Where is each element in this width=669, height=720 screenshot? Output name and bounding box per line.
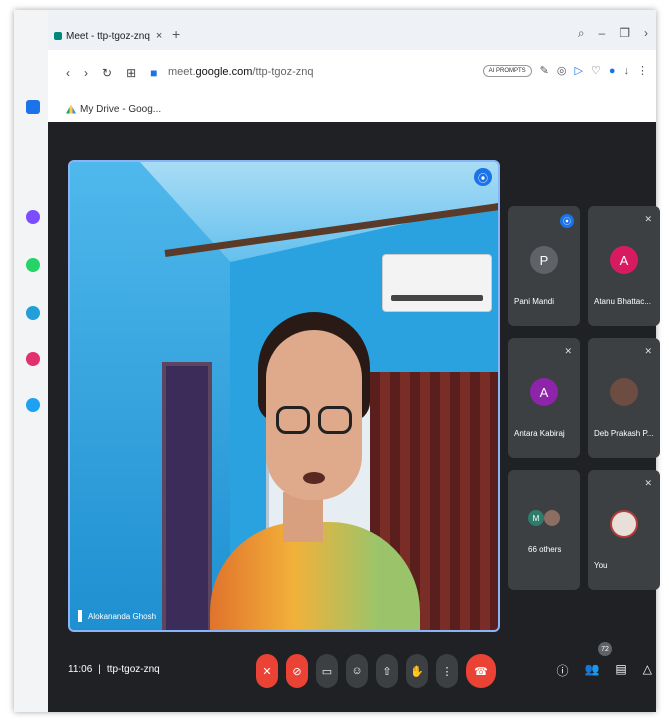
participant-name: 66 others [528,545,562,554]
self-avatar-logo [610,510,638,538]
mic-off-icon: ✕ [644,346,652,356]
avatar: A [530,378,558,406]
whatsapp-icon[interactable] [26,258,40,272]
participant-name: Deb Prakash P... [594,429,654,438]
camera-off-icon[interactable]: ⊘ [286,654,308,688]
avatar-photo [544,510,560,526]
separator: | [98,664,101,675]
heart-icon[interactable]: ♡ [591,64,601,77]
menu-icon[interactable]: ⋮ [637,64,648,77]
screenshot-icon[interactable]: ◎ [557,64,567,77]
activities-icon[interactable]: △ [643,662,652,679]
camera-indicator-icon[interactable]: ■ [150,66,157,80]
avatar-photo [610,378,638,406]
new-tab-button[interactable]: + [172,26,180,42]
meeting-code: ttp-tgoz-znq [106,664,160,675]
mic-off-icon[interactable]: ✕ [256,654,278,688]
tab-meet[interactable]: Meet - ttp-tgoz-znq × [54,24,164,48]
back-icon[interactable]: ‹ [66,66,70,80]
meet-favicon-icon [54,32,62,40]
participant-tile[interactable]: ✕ A Atanu Bhattac... [588,206,660,326]
raise-hand-icon[interactable]: ✋ [406,654,428,688]
tab-title: Meet - ttp-tgoz-znq [66,30,150,42]
participant-name: Atanu Bhattac... [594,297,651,306]
side-controls: ⓘ 👥 ▤ △ [556,662,652,679]
twitter-icon[interactable] [26,398,40,412]
speaker-name-label: Alokananda Ghosh [78,610,156,622]
info-icon[interactable]: ⓘ [556,662,568,679]
speaking-indicator-icon: ⦿ [474,168,492,186]
more-icon[interactable]: ⋮ [436,654,458,688]
participant-tile[interactable]: ✕ A Antara Kabiraj [508,338,580,458]
door [162,362,212,630]
present-icon[interactable]: ⇧ [376,654,398,688]
meet-area: ⦿ Alokananda Ghosh ⦿ P Pani Mandi ✕ A At… [48,122,660,712]
chevron-right-icon[interactable]: › [644,26,648,41]
url-field[interactable]: meet.google.com/ttp-tgoz-znq [168,66,314,78]
captions-icon[interactable]: ▭ [316,654,338,688]
participant-count-badge: 72 [598,642,612,656]
sidebar-app-icon[interactable] [26,100,40,114]
participant-name: Pani Mandi [514,297,555,306]
mic-off-icon: ✕ [564,346,572,356]
others-tile[interactable]: M 66 others [508,470,580,590]
profile-icon[interactable]: ● [609,65,616,77]
toolbar-right: AI PROMPTS ✎ ◎ ▷ ♡ ● ↓ ⋮ [482,64,648,77]
bookmarks-bar: My Drive - Goog... [48,96,656,122]
browser-window: Meet - ttp-tgoz-znq × + ⌕ – ❐ › ‹ › ↻ ⊞ … [14,10,660,712]
meeting-info: 11:06 | ttp-tgoz-znq [68,664,160,675]
clock: 11:06 [68,664,93,675]
minimize-icon[interactable]: – [599,26,606,41]
speaker-glasses [276,406,356,436]
end-call-icon[interactable]: ☎ [466,654,496,688]
emoji-icon[interactable]: ☺ [346,654,368,688]
pin-icon[interactable] [78,610,82,622]
mic-off-icon: ✕ [644,214,652,224]
close-tab-icon[interactable]: × [156,30,162,42]
instagram-icon[interactable] [26,352,40,366]
reload-icon[interactable]: ↻ [102,66,112,80]
control-bar: 11:06 | ttp-tgoz-znq ✕ ⊘ ▭ ☺ ⇧ ✋ ⋮ ☎ 72 … [48,632,656,712]
chat-icon[interactable]: ▤ [615,662,626,679]
avatar: P [530,246,558,274]
window-controls: ⌕ – ❐ › [578,26,648,41]
participant-tile[interactable]: ✕ Deb Prakash P... [588,338,660,458]
people-icon[interactable]: 👥 [584,662,599,679]
speaker-mouth [303,472,325,484]
self-tile[interactable]: ✕ You [588,470,660,590]
participant-name: You [594,561,608,570]
forward-icon[interactable]: › [84,66,88,80]
apps-grid-icon[interactable]: ⊞ [126,66,136,80]
download-icon[interactable]: ↓ [624,65,630,77]
participant-name: Antara Kabiraj [514,429,565,438]
bookmark-my-drive[interactable]: My Drive - Goog... [80,104,161,115]
edit-icon[interactable]: ✎ [540,64,549,77]
air-conditioner [382,254,492,312]
speaker-name: Alokananda Ghosh [88,611,157,621]
search-tabs-icon[interactable]: ⌕ [578,26,585,41]
main-video-tile[interactable]: ⦿ Alokananda Ghosh [68,160,500,632]
avatar: M [528,510,544,526]
mic-off-icon: ✕ [644,478,652,488]
google-drive-icon [66,104,76,114]
play-icon[interactable]: ▷ [575,64,583,77]
address-bar: ‹ › ↻ ⊞ ■ meet.google.com/ttp-tgoz-znq A… [48,50,656,96]
nav-buttons: ‹ › ↻ ⊞ ■ [66,66,157,80]
avatar: A [610,246,638,274]
maximize-icon[interactable]: ❐ [619,26,630,41]
messenger-icon[interactable] [26,210,40,224]
ai-prompts-button[interactable]: AI PROMPTS [482,64,532,77]
speaking-indicator-icon: ⦿ [560,214,574,228]
call-controls: ✕ ⊘ ▭ ☺ ⇧ ✋ ⋮ ☎ [256,654,496,688]
browser-sidebar [14,10,48,712]
participant-tile[interactable]: ⦿ P Pani Mandi [508,206,580,326]
telegram-icon[interactable] [26,306,40,320]
tab-bar: Meet - ttp-tgoz-znq × + ⌕ – ❐ › [48,10,656,50]
